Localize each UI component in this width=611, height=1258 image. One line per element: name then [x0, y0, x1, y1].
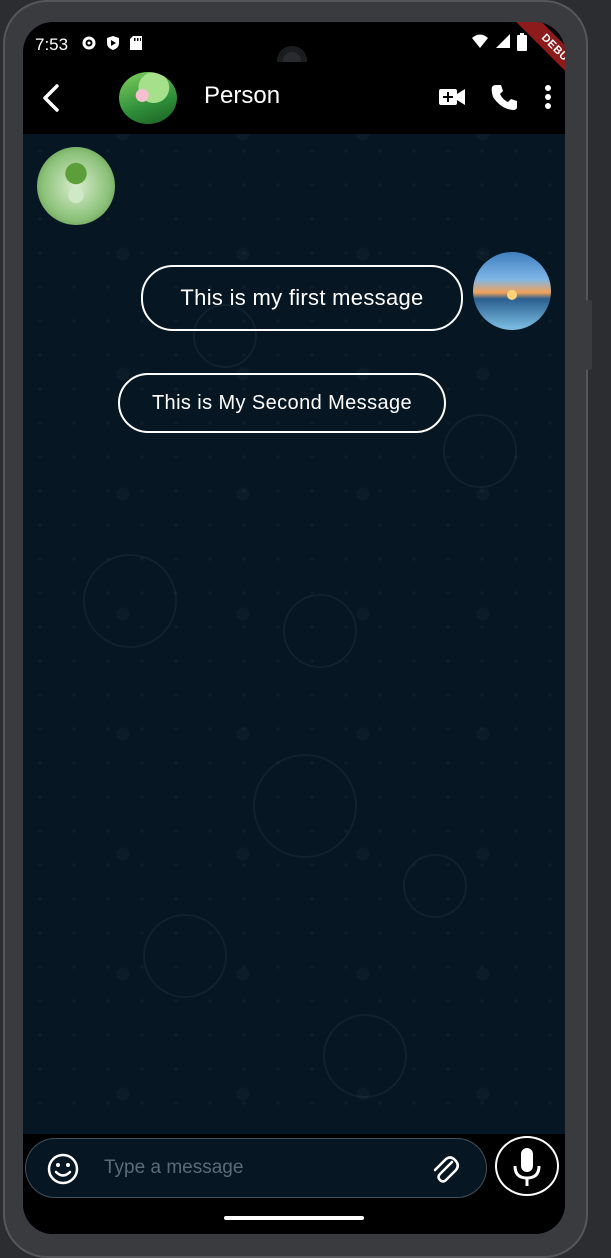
message-bubble[interactable]: This is my first message — [141, 265, 463, 331]
volume-button — [586, 300, 592, 370]
background-doodle — [83, 554, 177, 648]
self-avatar[interactable] — [473, 252, 551, 330]
system-nav-bar — [23, 1200, 565, 1234]
more-vertical-icon[interactable] — [535, 82, 561, 112]
home-indicator[interactable] — [224, 1216, 364, 1220]
mic-icon — [513, 1148, 541, 1186]
message-input[interactable]: Type a message — [104, 1157, 243, 1179]
status-time: 7:53 — [35, 35, 69, 54]
wifi-icon — [472, 34, 488, 48]
contact-name[interactable]: Person — [204, 82, 280, 110]
phone-icon[interactable] — [489, 82, 519, 112]
sd-card-icon — [130, 36, 142, 50]
attach-icon[interactable] — [428, 1153, 462, 1187]
phone-screen: 7:53 Person This is my first message Thi… — [23, 22, 565, 1234]
background-doodle — [443, 414, 517, 488]
signal-icon — [496, 34, 510, 48]
mic-button[interactable] — [495, 1136, 559, 1196]
video-call-icon[interactable] — [437, 82, 467, 112]
phone-frame: 7:53 Person This is my first message Thi… — [3, 0, 592, 1258]
app-bar: Person — [23, 62, 565, 134]
background-doodle — [403, 854, 467, 918]
back-arrow-icon[interactable] — [37, 80, 67, 116]
background-doodle — [283, 594, 357, 668]
chat-area[interactable]: This is my first message This is My Seco… — [23, 134, 565, 1134]
background-doodle — [323, 1014, 407, 1098]
emoji-icon[interactable] — [46, 1152, 80, 1186]
sender-avatar[interactable] — [37, 147, 115, 225]
contact-avatar[interactable] — [119, 72, 177, 124]
message-composer[interactable]: Type a message — [25, 1138, 487, 1198]
battery-icon — [517, 33, 527, 51]
message-text: This is my first message — [180, 285, 424, 310]
background-doodle — [253, 754, 357, 858]
gear-icon — [82, 36, 96, 50]
shield-icon — [107, 36, 119, 50]
message-text: This is My Second Message — [151, 391, 413, 414]
background-doodle — [143, 914, 227, 998]
message-bubble[interactable]: This is My Second Message — [118, 373, 446, 433]
